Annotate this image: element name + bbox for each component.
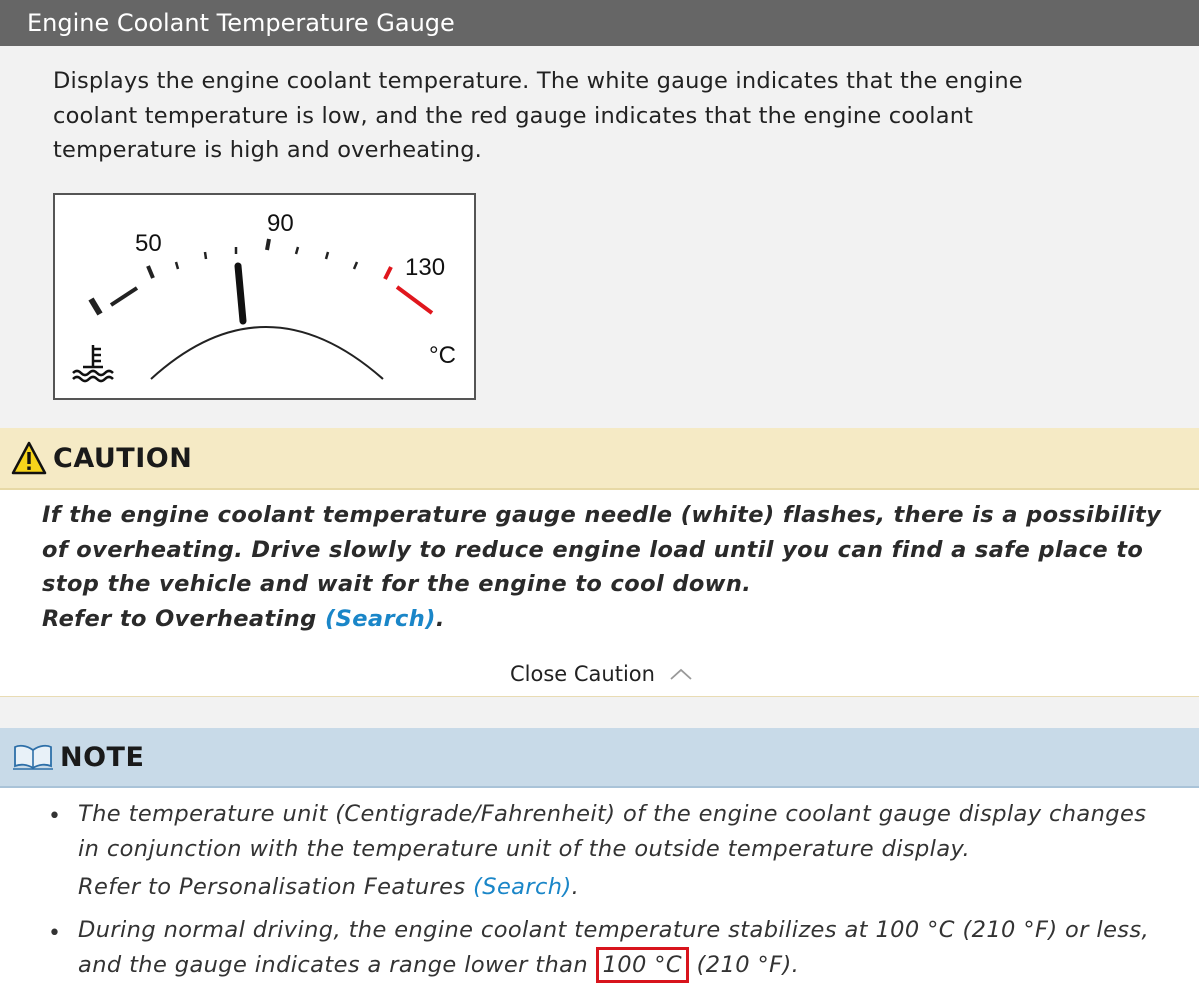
note-title: NOTE [60,741,145,773]
caution-header: CAUTION [0,428,1199,490]
section-header: Engine Coolant Temperature Gauge [0,0,1199,46]
gauge-tick-red [383,266,393,280]
note-item-1-reference-prefix: Refer to Personalisation Features [78,874,474,900]
bullet-marker: • [48,921,61,946]
note-item-2: During normal driving, the engine coolan… [78,913,1173,983]
gauge-tick [294,246,300,255]
gauge-svg: 50 90 130 °C [72,210,456,383]
gauge-label-50: 50 [135,230,162,257]
bullet-marker: • [48,804,61,829]
note-item-2-text-after: (210 °F). [689,951,800,978]
gauge-arc [150,326,384,380]
caution-reference: Refer to Overheating (Search). [42,606,445,632]
gauge-tick [203,251,208,260]
gauge-tick [174,261,180,270]
warning-triangle-icon [11,441,47,475]
note-body: • The temperature unit (Centigrade/Fahre… [0,788,1199,991]
note-item-1-reference: Refer to Personalisation Features (Searc… [78,870,579,905]
note-header: NOTE [0,728,1199,788]
open-book-icon [13,744,53,770]
gauge-red-zone [395,285,434,315]
gauge-needle [234,262,247,325]
gauge-tick [88,297,103,316]
coolant-gauge-illustration: 50 90 130 °C [53,193,476,400]
gauge-tick [352,261,359,270]
gauge-tick [146,265,155,279]
gauge-label-130: 130 [405,254,445,281]
intro-paragraph: Displays the engine coolant temperature.… [53,68,1023,163]
caution-reference-prefix: Refer to Overheating [42,606,325,632]
overheating-search-link[interactable]: (Search) [325,606,436,632]
gauge-tick [109,286,139,307]
caution-reference-suffix: . [435,606,445,632]
gauge-tick [265,238,271,251]
caution-text: If the engine coolant temperature gauge … [42,502,1162,597]
gauge-unit-label: °C [429,342,456,369]
caution-body: If the engine coolant temperature gauge … [0,490,1199,697]
gauge-label-90: 90 [267,210,294,237]
note-item-1-reference-suffix: . [571,874,580,900]
highlighted-temperature: 100 °C [595,946,690,983]
close-caution-button[interactable]: Close Caution [510,662,693,686]
chevron-up-icon [670,668,692,680]
close-caution-label: Close Caution [510,662,655,686]
personalisation-search-link[interactable]: (Search) [473,874,572,900]
caution-title: CAUTION [53,442,193,474]
coolant-temperature-icon [72,345,114,383]
note-item-1: The temperature unit (Centigrade/Fahrenh… [78,797,1173,905]
note-item-1-text: The temperature unit (Centigrade/Fahrenh… [78,801,1147,862]
gauge-tick [324,251,330,260]
section-title: Engine Coolant Temperature Gauge [27,9,455,37]
